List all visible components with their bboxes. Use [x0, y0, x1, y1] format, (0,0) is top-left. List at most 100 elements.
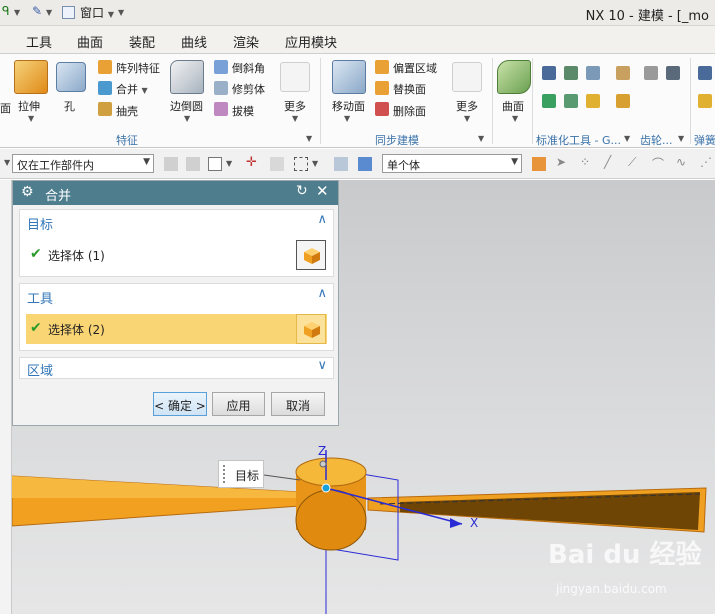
arrow-right-icon[interactable]: ➤ — [556, 155, 570, 169]
filter-icon-3[interactable] — [270, 157, 284, 171]
extrude-dropdown-icon[interactable]: ▼ — [28, 114, 34, 123]
std-tool-6-icon[interactable] — [586, 94, 600, 108]
filter-icon-1[interactable] — [164, 157, 178, 171]
trim-body-button[interactable]: 修剪体 — [232, 81, 265, 97]
hub-front-face[interactable] — [295, 489, 367, 551]
hole-button[interactable]: 孔 — [64, 98, 75, 114]
chevron-up-icon[interactable]: ∧ — [317, 286, 327, 301]
std-tool-1-icon[interactable] — [542, 66, 556, 80]
chevron-up-icon[interactable]: ∧ — [317, 212, 327, 227]
filter-icon-2[interactable] — [186, 157, 200, 171]
delete-face-button[interactable]: 删除面 — [393, 103, 426, 119]
gear-dropdown-icon[interactable]: ▼ — [678, 134, 684, 143]
std-tool-2-icon[interactable] — [564, 66, 578, 80]
more-sync-icon[interactable] — [452, 62, 482, 92]
draft-button[interactable]: 拔模 — [232, 103, 254, 119]
tangent-icon[interactable]: ⋰ — [700, 155, 714, 169]
dotted-icon[interactable]: ⁘ — [580, 155, 594, 169]
rectangle-select-dropdown-icon[interactable]: ▼ — [312, 159, 318, 168]
features-group-dropdown-icon[interactable]: ▼ — [306, 134, 312, 143]
gear-icon[interactable]: ⚙ — [21, 184, 34, 200]
std-tool-5-icon[interactable] — [564, 94, 578, 108]
pencil-icon[interactable]: ✎ — [32, 4, 42, 18]
standard-tools-dropdown-icon[interactable]: ▼ — [624, 134, 630, 143]
std-tool-3-icon[interactable] — [586, 66, 600, 80]
pattern-feature-button[interactable]: 阵列特征 — [116, 60, 160, 76]
target-select-body-button[interactable] — [296, 240, 326, 270]
move-face-icon[interactable] — [332, 60, 366, 94]
chamfer-button[interactable]: 倒斜角 — [232, 60, 265, 76]
spline-icon[interactable]: ∿ — [676, 155, 690, 169]
tool-select-row[interactable]: ✔ 选择体 (2) — [26, 314, 327, 344]
rectangle-select-icon[interactable] — [294, 157, 308, 171]
spring-tool-2-icon[interactable] — [698, 94, 712, 108]
shell-button[interactable]: 抽壳 — [116, 103, 138, 119]
region-section-title[interactable]: 区域 — [27, 360, 53, 379]
hub-top-face[interactable] — [295, 457, 367, 487]
quick-access-dropdown-icon[interactable]: ▼ — [14, 4, 20, 18]
body-type-dropdown[interactable]: 单个体 ▼ — [382, 154, 522, 173]
surface-button[interactable]: 曲面 — [502, 98, 524, 114]
move-face-button[interactable]: 移动面 — [332, 98, 365, 114]
extrude-icon[interactable] — [14, 60, 48, 94]
target-select-row[interactable]: ✔ 选择体 (1) — [26, 240, 327, 270]
sync-group-dropdown-icon[interactable]: ▼ — [478, 134, 484, 143]
tab-curve[interactable]: 曲线 — [181, 32, 207, 51]
chamfer-icon — [214, 60, 228, 74]
window-menu[interactable]: 窗口 ▼ — [80, 4, 114, 21]
extrude-button[interactable]: 拉伸 — [18, 98, 40, 114]
dialog-header[interactable]: ⚙ 合并 ↻ ✕ — [13, 181, 338, 205]
region-section[interactable]: 区域 ∨ — [19, 357, 334, 379]
gear-tool-2-icon[interactable] — [666, 66, 680, 80]
hole-icon[interactable] — [56, 62, 86, 92]
surface-dropdown-icon[interactable]: ▼ — [512, 114, 518, 123]
replace-face-button[interactable]: 替换面 — [393, 81, 426, 97]
chevron-down-icon[interactable]: ∨ — [317, 358, 327, 373]
more-sync-button[interactable]: 更多 — [456, 98, 478, 114]
more-features-dropdown-icon[interactable]: ▼ — [292, 114, 298, 123]
cube-filter-icon[interactable] — [358, 157, 372, 171]
surface-icon[interactable] — [497, 60, 531, 94]
apply-button[interactable]: 应用 — [212, 392, 265, 416]
curve-rule-icon[interactable] — [532, 157, 546, 171]
tab-surface[interactable]: 曲面 — [77, 32, 103, 51]
window-menu-extra-dropdown[interactable]: ▼ — [118, 4, 124, 18]
tab-assembly[interactable]: 装配 — [129, 32, 155, 51]
selection-scope-dropdown[interactable]: 仅在工作部件内 ▼ — [12, 154, 154, 173]
unite-button[interactable]: 合并 ▼ — [116, 81, 148, 97]
filter-icon-4[interactable] — [334, 157, 348, 171]
ok-button[interactable]: < 确定 > — [153, 392, 207, 416]
snap-point-dropdown-icon[interactable]: ▼ — [226, 159, 232, 168]
offset-region-button[interactable]: 偏置区域 — [393, 60, 437, 76]
app-icon[interactable]: ᑫ — [2, 4, 10, 18]
cancel-button[interactable]: 取消 — [271, 392, 325, 416]
edge-blend-button[interactable]: 边倒圆 — [170, 98, 203, 114]
spring-tool-1-icon[interactable] — [698, 66, 712, 80]
edge-blend-dropdown-icon[interactable]: ▼ — [184, 114, 190, 123]
std-tool-8-icon[interactable] — [616, 94, 630, 108]
tab-tools[interactable]: 工具 — [26, 32, 52, 51]
close-icon[interactable]: ✕ — [316, 182, 329, 200]
more-sync-dropdown-icon[interactable]: ▼ — [464, 114, 470, 123]
target-section-title[interactable]: 目标 — [27, 214, 53, 233]
reset-icon[interactable]: ↻ — [296, 183, 308, 199]
std-tool-7-icon[interactable] — [616, 66, 630, 80]
move-face-dropdown-icon[interactable]: ▼ — [344, 114, 350, 123]
edge-blend-icon[interactable] — [170, 60, 204, 94]
crosshair-icon[interactable]: ✛ — [246, 155, 260, 170]
tab-render[interactable]: 渲染 — [233, 32, 259, 51]
more-features-button[interactable]: 更多 — [284, 98, 306, 114]
resource-bar-edge — [0, 180, 12, 614]
polyline-icon[interactable]: ⟋ — [628, 155, 642, 169]
more-features-icon[interactable] — [280, 62, 310, 92]
tool-select-body-button[interactable] — [296, 314, 326, 344]
snap-point-icon[interactable] — [208, 157, 222, 171]
gear-tool-1-icon[interactable] — [644, 66, 658, 80]
line-icon[interactable]: ╱ — [604, 155, 618, 169]
pencil-dropdown-icon[interactable]: ▼ — [46, 4, 52, 18]
tab-application[interactable]: 应用模块 — [285, 32, 337, 51]
std-tool-4-icon[interactable] — [542, 94, 556, 108]
tool-section-title[interactable]: 工具 — [27, 288, 53, 307]
arc-icon[interactable]: ⌒ — [652, 155, 666, 171]
z-handle[interactable] — [319, 460, 327, 468]
